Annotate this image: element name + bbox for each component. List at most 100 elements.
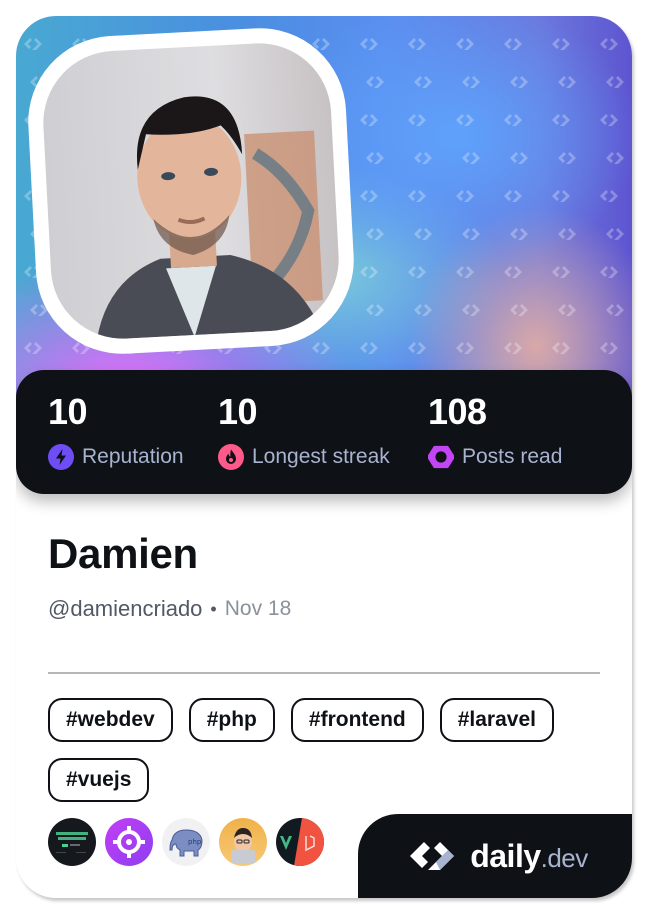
tag-chip[interactable]: #laravel xyxy=(439,698,554,742)
source-avatar[interactable] xyxy=(48,818,96,866)
memoji-laptop-icon xyxy=(231,828,255,864)
pattern-logo-mark xyxy=(462,304,480,316)
pattern-logo-mark xyxy=(408,342,426,354)
pattern-logo-mark xyxy=(558,152,576,164)
pattern-logo-mark xyxy=(24,38,42,50)
stat-label: Reputation xyxy=(82,445,184,468)
pattern-logo-mark xyxy=(504,342,522,354)
stat-label: Longest streak xyxy=(252,445,390,468)
profile-meta: @damiencriado • Nov 18 xyxy=(48,596,291,622)
pattern-logo-mark xyxy=(24,342,42,354)
pattern-logo-mark xyxy=(510,76,528,88)
avatar-photo xyxy=(95,96,325,343)
pattern-logo-mark xyxy=(366,152,384,164)
daily-dev-branding: daily.dev xyxy=(358,814,632,898)
separator-dot: • xyxy=(210,598,217,619)
stat-reputation: 10 Reputation xyxy=(48,392,184,470)
pattern-logo-mark xyxy=(408,114,426,126)
pattern-logo-mark xyxy=(504,38,522,50)
source-avatar[interactable] xyxy=(276,818,324,866)
tag-chip[interactable]: #vuejs xyxy=(48,758,150,802)
pattern-logo-mark xyxy=(408,190,426,202)
elephant-icon: php xyxy=(169,829,203,857)
stat-value: 108 xyxy=(428,391,487,432)
pattern-logo-mark xyxy=(408,266,426,278)
pattern-logo-mark xyxy=(366,76,384,88)
pattern-logo-mark xyxy=(360,38,378,50)
pattern-logo-mark xyxy=(456,38,474,50)
stat-longest-streak: 10 Longest streak xyxy=(218,392,390,470)
pattern-logo-mark xyxy=(552,342,570,354)
pattern-logo-mark xyxy=(552,266,570,278)
pattern-logo-mark xyxy=(606,152,624,164)
pattern-logo-mark xyxy=(510,228,528,240)
stat-posts-read: 108 Posts read xyxy=(428,392,562,470)
joined-date: Nov 18 xyxy=(224,597,292,620)
stat-value: 10 xyxy=(218,391,258,432)
pattern-logo-mark xyxy=(504,266,522,278)
pattern-logo-mark xyxy=(462,152,480,164)
pattern-logo-mark xyxy=(600,190,618,202)
pattern-logo-mark xyxy=(552,190,570,202)
pattern-logo-mark xyxy=(510,152,528,164)
pattern-logo-mark xyxy=(360,190,378,202)
dark-site-thumbnail-icon xyxy=(56,832,88,853)
avatar[interactable] xyxy=(39,39,343,343)
source-avatar[interactable] xyxy=(105,818,153,866)
tag-chip[interactable]: #webdev xyxy=(48,698,173,742)
stat-label: Posts read xyxy=(462,445,563,468)
flame-icon xyxy=(218,444,244,470)
pattern-logo-mark xyxy=(414,152,432,164)
daily-dev-logo-icon xyxy=(410,842,455,870)
profile-name: Damien xyxy=(48,530,198,577)
pattern-logo-mark xyxy=(462,228,480,240)
pattern-logo-mark xyxy=(360,266,378,278)
pattern-logo-mark xyxy=(600,114,618,126)
pattern-logo-mark xyxy=(600,342,618,354)
pattern-logo-mark xyxy=(414,304,432,316)
pattern-logo-mark xyxy=(366,228,384,240)
pattern-logo-mark xyxy=(504,114,522,126)
pattern-logo-mark xyxy=(366,304,384,316)
brand-tld: .dev xyxy=(540,842,589,873)
pattern-logo-mark xyxy=(552,38,570,50)
pattern-logo-mark xyxy=(456,342,474,354)
source-avatar[interactable]: php xyxy=(162,818,210,866)
pattern-logo-mark xyxy=(606,76,624,88)
profile-handle[interactable]: @damiencriado xyxy=(48,596,202,622)
devcard: 10 Reputation 10 Longest streak 108 Post… xyxy=(16,16,632,898)
pattern-logo-mark xyxy=(408,38,426,50)
pattern-logo-mark xyxy=(504,190,522,202)
source-avatar[interactable] xyxy=(219,818,267,866)
pattern-logo-mark xyxy=(360,342,378,354)
pattern-logo-mark xyxy=(606,304,624,316)
pattern-logo-mark xyxy=(600,266,618,278)
favorite-sources: php xyxy=(48,818,324,866)
pattern-logo-mark xyxy=(558,76,576,88)
tag-chip[interactable]: #frontend xyxy=(290,698,424,742)
stats-bar: 10 Reputation 10 Longest streak 108 Post… xyxy=(16,370,632,494)
avatar-frame xyxy=(23,23,359,359)
lightning-icon xyxy=(48,444,74,470)
eye-ring-icon xyxy=(428,445,454,469)
tag-list: #webdev #php #frontend #laravel #vuejs xyxy=(48,698,608,802)
pattern-logo-mark xyxy=(606,228,624,240)
pattern-logo-mark xyxy=(456,190,474,202)
crosshair-icon xyxy=(113,826,145,858)
pattern-logo-mark xyxy=(456,114,474,126)
pattern-logo-mark xyxy=(360,114,378,126)
pattern-logo-mark xyxy=(510,304,528,316)
vue-laravel-icon xyxy=(280,818,324,866)
svg-text:php: php xyxy=(188,838,202,846)
pattern-logo-mark xyxy=(552,114,570,126)
pattern-logo-mark xyxy=(462,76,480,88)
tag-chip[interactable]: #php xyxy=(188,698,275,742)
stat-value: 10 xyxy=(48,391,88,432)
pattern-logo-mark xyxy=(456,266,474,278)
divider xyxy=(48,672,600,674)
brand-name-text: daily xyxy=(470,837,541,874)
pattern-logo-mark xyxy=(414,76,432,88)
pattern-logo-mark xyxy=(414,228,432,240)
pattern-logo-mark xyxy=(558,228,576,240)
pattern-logo-mark xyxy=(600,38,618,50)
